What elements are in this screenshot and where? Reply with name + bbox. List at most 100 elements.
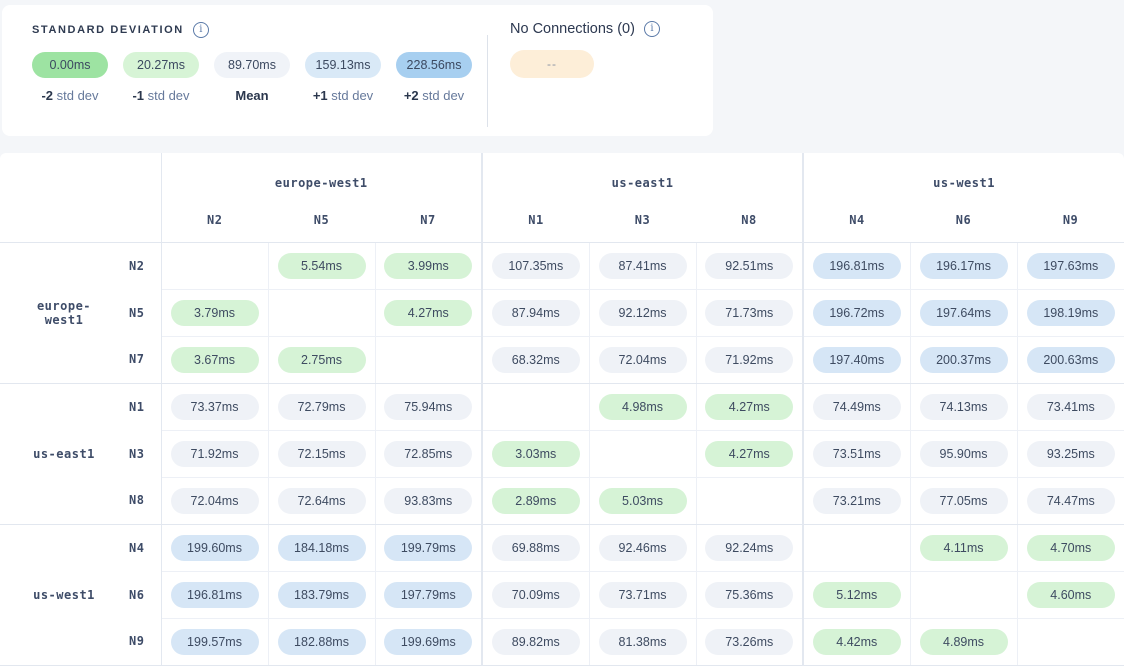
latency-pill[interactable]: 73.37ms [171,394,259,420]
latency-pill[interactable]: 196.81ms [171,582,259,608]
latency-pill[interactable]: 72.04ms [171,488,259,514]
latency-pill[interactable]: 92.46ms [599,535,687,561]
latency-pill[interactable]: 2.89ms [492,488,580,514]
latency-cell: 200.63ms [1017,336,1124,383]
latency-cell: 72.04ms [161,477,268,524]
latency-pill[interactable]: 198.19ms [1027,300,1115,326]
latency-pill[interactable]: 74.13ms [920,394,1008,420]
latency-pill[interactable]: 5.12ms [813,582,901,608]
latency-pill[interactable]: 92.12ms [599,300,687,326]
latency-pill[interactable]: 77.05ms [920,488,1008,514]
latency-pill[interactable]: 4.98ms [599,394,687,420]
latency-pill[interactable]: 93.25ms [1027,441,1115,467]
latency-pill[interactable]: 4.27ms [384,300,472,326]
latency-pill[interactable]: 73.21ms [813,488,901,514]
latency-pill[interactable]: 4.11ms [920,535,1008,561]
latency-cell: 4.42ms [803,618,910,665]
latency-pill[interactable]: 5.54ms [278,253,366,279]
legend-pill-row: 0.00ms 20.27ms 89.70ms 159.13ms 228.56ms [32,52,487,78]
legend-title: STANDARD DEVIATION [32,24,184,36]
latency-pill[interactable]: 68.32ms [492,347,580,373]
latency-pill[interactable]: 5.03ms [599,488,687,514]
latency-pill[interactable]: 196.72ms [813,300,901,326]
latency-pill[interactable]: 197.40ms [813,347,901,373]
latency-pill[interactable]: 73.41ms [1027,394,1115,420]
latency-pill[interactable]: 4.27ms [705,394,793,420]
latency-pill[interactable]: 74.49ms [813,394,901,420]
latency-pill[interactable]: 183.79ms [278,582,366,608]
latency-cell: 92.24ms [696,524,803,571]
latency-pill[interactable]: 95.90ms [920,441,1008,467]
latency-pill[interactable]: 75.94ms [384,394,472,420]
latency-cell: 3.99ms [375,242,482,289]
row-node-N1: N1 [110,383,161,430]
latency-pill[interactable]: 71.92ms [705,347,793,373]
latency-cell: 93.25ms [1017,430,1124,477]
latency-pill[interactable]: 199.69ms [384,629,472,655]
latency-pill[interactable]: 3.03ms [492,441,580,467]
latency-pill[interactable]: 4.70ms [1027,535,1115,561]
info-icon[interactable]: i [644,21,660,37]
latency-pill[interactable]: 74.47ms [1027,488,1115,514]
legend-card: STANDARD DEVIATION i 0.00ms 20.27ms 89.7… [2,5,713,136]
latency-pill[interactable]: 92.51ms [705,253,793,279]
latency-pill[interactable]: 75.36ms [705,582,793,608]
latency-cell: 68.32ms [482,336,589,383]
latency-pill[interactable]: 197.79ms [384,582,472,608]
latency-pill[interactable]: 200.37ms [920,347,1008,373]
latency-pill[interactable]: 89.82ms [492,629,580,655]
latency-pill[interactable]: 73.51ms [813,441,901,467]
latency-cell: 71.92ms [696,336,803,383]
latency-pill[interactable]: 81.38ms [599,629,687,655]
latency-pill[interactable]: 87.94ms [492,300,580,326]
legend-label-plus2: +2 std dev [396,88,472,103]
latency-cell: 72.64ms [268,477,375,524]
latency-pill[interactable]: 196.81ms [813,253,901,279]
latency-pill[interactable]: 92.24ms [705,535,793,561]
row-node-N5: N5 [110,289,161,336]
latency-cell [161,242,268,289]
legend-label-mean: Mean [214,88,290,103]
latency-pill[interactable]: 4.89ms [920,629,1008,655]
latency-pill[interactable]: 184.18ms [278,535,366,561]
latency-pill[interactable]: 72.15ms [278,441,366,467]
latency-pill[interactable]: 199.57ms [171,629,259,655]
latency-cell: 199.57ms [161,618,268,665]
latency-pill[interactable]: 197.63ms [1027,253,1115,279]
latency-pill[interactable]: 3.79ms [171,300,259,326]
latency-pill[interactable]: 199.60ms [171,535,259,561]
latency-pill[interactable]: 72.64ms [278,488,366,514]
latency-pill[interactable]: 4.27ms [705,441,793,467]
latency-pill[interactable]: 2.75ms [278,347,366,373]
latency-pill[interactable]: 199.79ms [384,535,472,561]
latency-pill[interactable]: 87.41ms [599,253,687,279]
latency-pill[interactable]: 72.85ms [384,441,472,467]
latency-pill[interactable]: 70.09ms [492,582,580,608]
matrix-corner [0,153,161,242]
latency-pill[interactable]: 182.88ms [278,629,366,655]
info-icon[interactable]: i [193,22,209,38]
latency-pill[interactable]: 196.17ms [920,253,1008,279]
latency-pill[interactable]: 93.83ms [384,488,472,514]
no-connections-legend: No Connections (0) i -- [488,5,660,136]
latency-pill[interactable]: 4.60ms [1027,582,1115,608]
latency-cell: 87.94ms [482,289,589,336]
latency-cell: 196.72ms [803,289,910,336]
latency-pill[interactable]: 73.71ms [599,582,687,608]
latency-pill[interactable]: 72.04ms [599,347,687,373]
latency-pill[interactable]: 72.79ms [278,394,366,420]
latency-pill[interactable]: 200.63ms [1027,347,1115,373]
latency-pill[interactable]: 107.35ms [492,253,580,279]
latency-cell: 73.26ms [696,618,803,665]
latency-pill[interactable]: 71.73ms [705,300,793,326]
latency-pill[interactable]: 3.99ms [384,253,472,279]
latency-pill[interactable]: 71.92ms [171,441,259,467]
legend-pill-minus2: 0.00ms [32,52,108,78]
latency-pill[interactable]: 197.64ms [920,300,1008,326]
latency-cell [696,477,803,524]
latency-pill[interactable]: 73.26ms [705,629,793,655]
latency-pill[interactable]: 69.88ms [492,535,580,561]
latency-pill[interactable]: 4.42ms [813,629,901,655]
latency-pill[interactable]: 3.67ms [171,347,259,373]
latency-cell: 71.92ms [161,430,268,477]
